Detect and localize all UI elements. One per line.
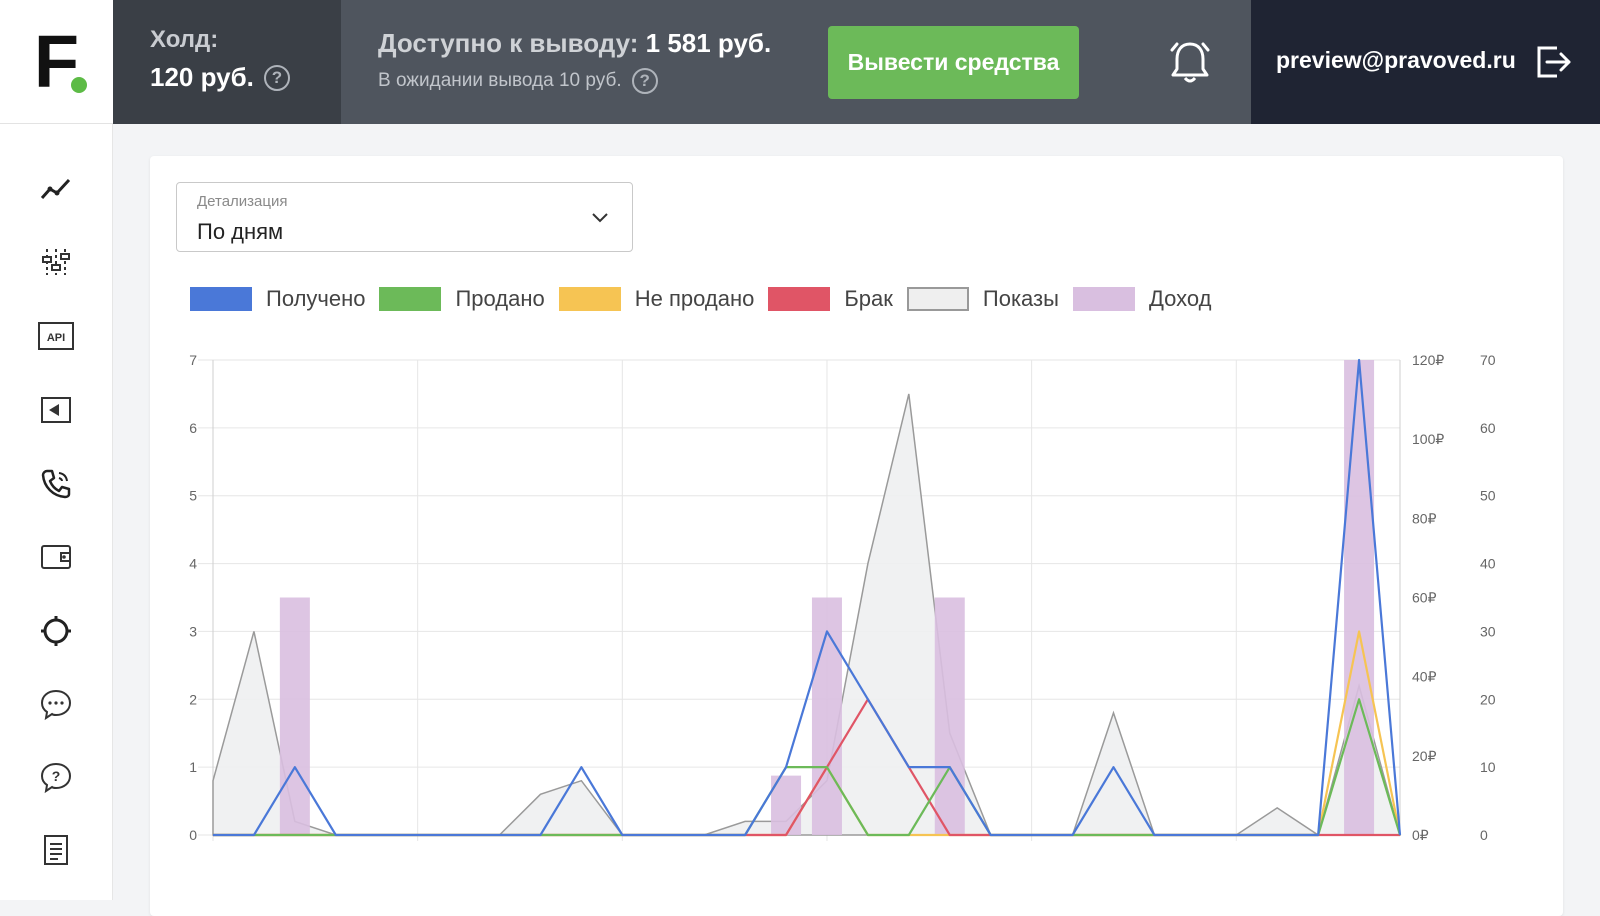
y-left-tick-label: 1 (189, 759, 197, 775)
detail-select[interactable]: Детализация По дням (176, 182, 633, 252)
y-right-count-tick-label: 10 (1480, 759, 1496, 775)
available-row: Доступно к выводу: 1 581 руб. (378, 28, 771, 59)
y-right-money-tick-label: 120₽ (1412, 352, 1444, 368)
pending-help-icon[interactable]: ? (631, 68, 658, 94)
y-right-count-tick-label: 30 (1480, 623, 1496, 639)
help-icon: ? (40, 762, 72, 794)
legend-item-received[interactable]: Получено (190, 286, 365, 312)
document-icon (44, 835, 68, 865)
statistics-chart: 0 1 2 3 4 5 6 7 0₽ 20₽ 40₽ 60₽ 80₽ 100₽ 120₽ 0 10 20 30 40 5… (189, 352, 1496, 843)
sidebar-item-settings[interactable] (36, 611, 76, 651)
sidebar-item-api[interactable]: API (36, 316, 76, 356)
statistics-card: Детализация По дням Получено Продано Не … (150, 156, 1563, 916)
bell-icon[interactable] (1164, 36, 1216, 88)
wallet-icon (41, 545, 71, 569)
legend-swatch (190, 287, 252, 311)
settings-icon (41, 616, 71, 646)
detail-select-value: По дням (197, 219, 284, 244)
legend-swatch (1072, 287, 1135, 311)
y-right-count-tick-label: 50 (1480, 488, 1496, 504)
series-line (213, 358, 1402, 837)
user-email[interactable]: preview@pravoved.ru (1276, 47, 1516, 74)
pending-text: В ожидании вывода 10 руб. (378, 70, 622, 91)
chart-icon (40, 178, 71, 199)
y-right-money-tick-label: 100₽ (1412, 431, 1444, 447)
hold-value-row: 120 руб. ? (150, 62, 341, 93)
available-label: Доступно к выводу: (378, 28, 639, 58)
chat-icon (40, 689, 72, 721)
y-left-tick-label: 2 (189, 691, 197, 707)
svg-text:API: API (47, 332, 65, 344)
hold-help-icon[interactable]: ? (263, 64, 290, 91)
y-left-tick-label: 5 (189, 488, 197, 504)
bar-income (934, 597, 965, 835)
svg-text:?: ? (52, 768, 61, 784)
hold-panel: Холд: 120 руб. ? (113, 0, 341, 124)
legend-item-sold[interactable]: Продано (379, 286, 545, 312)
pending-row: В ожидании вывода 10 руб. ? (378, 68, 658, 94)
legend-item-impressions[interactable]: Показы (906, 286, 1059, 312)
bar-income (1344, 360, 1375, 835)
y-right-money-tick-label: 20₽ (1412, 748, 1437, 764)
available-panel: Доступно к выводу: 1 581 руб. В ожидании… (341, 0, 1251, 124)
y-right-money-tick-label: 60₽ (1412, 590, 1437, 606)
chevron-down-icon (592, 213, 608, 223)
y-right-count-tick-label: 40 (1480, 556, 1496, 572)
phone-icon (41, 469, 71, 499)
legend-item-defect[interactable]: Брак (768, 286, 893, 312)
logo-dot (71, 76, 88, 93)
api-icon: API (38, 322, 74, 350)
legend-swatch (558, 287, 621, 311)
y-right-money-tick-label: 80₽ (1412, 510, 1437, 526)
sidebar-item-wallet[interactable] (36, 537, 76, 577)
sliders-icon (42, 249, 70, 275)
y-right-count-tick-label: 70 (1480, 352, 1496, 368)
hold-value: 120 руб. (150, 62, 254, 92)
legend-label: Показы (982, 286, 1059, 311)
y-left-tick-label: 6 (189, 420, 197, 436)
sidebar-item-filters[interactable] (36, 242, 76, 282)
hold-label: Холд: (150, 26, 219, 53)
detail-select-caption: Детализация (197, 193, 288, 210)
withdraw-button[interactable]: Вывести средства (828, 26, 1079, 99)
logout-icon[interactable] (1533, 42, 1573, 82)
y-right-money-tick-label: 0₽ (1412, 827, 1429, 843)
y-right-count-tick-label: 0 (1480, 827, 1488, 843)
user-panel: preview@pravoved.ru (1251, 0, 1600, 124)
legend-label: Продано (455, 286, 545, 311)
legend-label: Получено (266, 286, 366, 311)
logo-letter: F (34, 24, 88, 99)
y-right-count-tick-label: 20 (1480, 691, 1496, 707)
top-bar: F Холд: 120 руб. ? Доступно к выводу: 1 … (0, 0, 1600, 124)
sidebar-item-calls[interactable] (36, 464, 76, 504)
series-area-impressions (212, 393, 1401, 837)
logo[interactable]: F (0, 0, 113, 124)
legend-label: Доход (1148, 286, 1212, 311)
sidebar-item-documents[interactable] (36, 830, 76, 870)
sidebar-item-help[interactable]: ? (36, 757, 76, 797)
chart-legend: Получено Продано Не продано Брак Показы … (190, 284, 1225, 314)
available-value: 1 581 руб. (645, 28, 772, 58)
legend-item-income[interactable]: Доход (1072, 286, 1212, 312)
y-right-money-tick-label: 40₽ (1412, 669, 1437, 685)
legend-swatch (768, 287, 831, 311)
sidebar: API ? (0, 124, 113, 900)
bar-income (279, 597, 310, 835)
legend-item-not-sold[interactable]: Не продано (558, 286, 755, 312)
legend-swatch (379, 287, 442, 311)
mail-icon (41, 397, 71, 423)
sidebar-item-statistics[interactable] (36, 169, 76, 209)
sidebar-item-messages[interactable] (36, 390, 76, 430)
legend-label: Не продано (634, 286, 755, 311)
sidebar-item-chat[interactable] (36, 684, 76, 724)
legend-label: Брак (844, 286, 893, 311)
y-left-tick-label: 4 (189, 556, 197, 572)
legend-swatch (906, 287, 969, 311)
y-right-count-tick-label: 60 (1480, 420, 1496, 436)
y-left-tick-label: 7 (189, 352, 197, 368)
y-left-tick-label: 3 (189, 623, 197, 639)
y-left-tick-label: 0 (189, 827, 197, 843)
